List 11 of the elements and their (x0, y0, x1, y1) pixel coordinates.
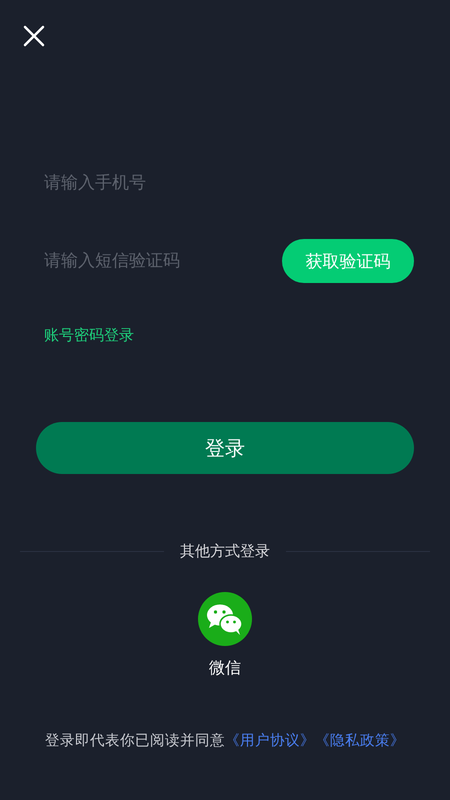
wechat-label: 微信 (209, 658, 241, 679)
agreement-link[interactable]: 《隐私政策》 (315, 733, 405, 749)
login-button[interactable]: 登录 (36, 422, 414, 474)
agreement-link[interactable]: 《用户协议》 (225, 733, 315, 749)
phone-input-field[interactable]: 请输入手机号 (36, 169, 272, 197)
chat-bubbles-icon[interactable] (198, 592, 252, 646)
other-methods-heading: 其他方式登录 (180, 542, 270, 561)
password-login-link[interactable]: 账号密码登录 (44, 326, 134, 344)
close-icon[interactable] (23, 25, 45, 47)
agreement-text: 登录即代表你已阅读并同意《用户协议》《隐私政策》 (44, 732, 406, 750)
code-input-field[interactable]: 请输入短信验证码 (36, 247, 272, 275)
